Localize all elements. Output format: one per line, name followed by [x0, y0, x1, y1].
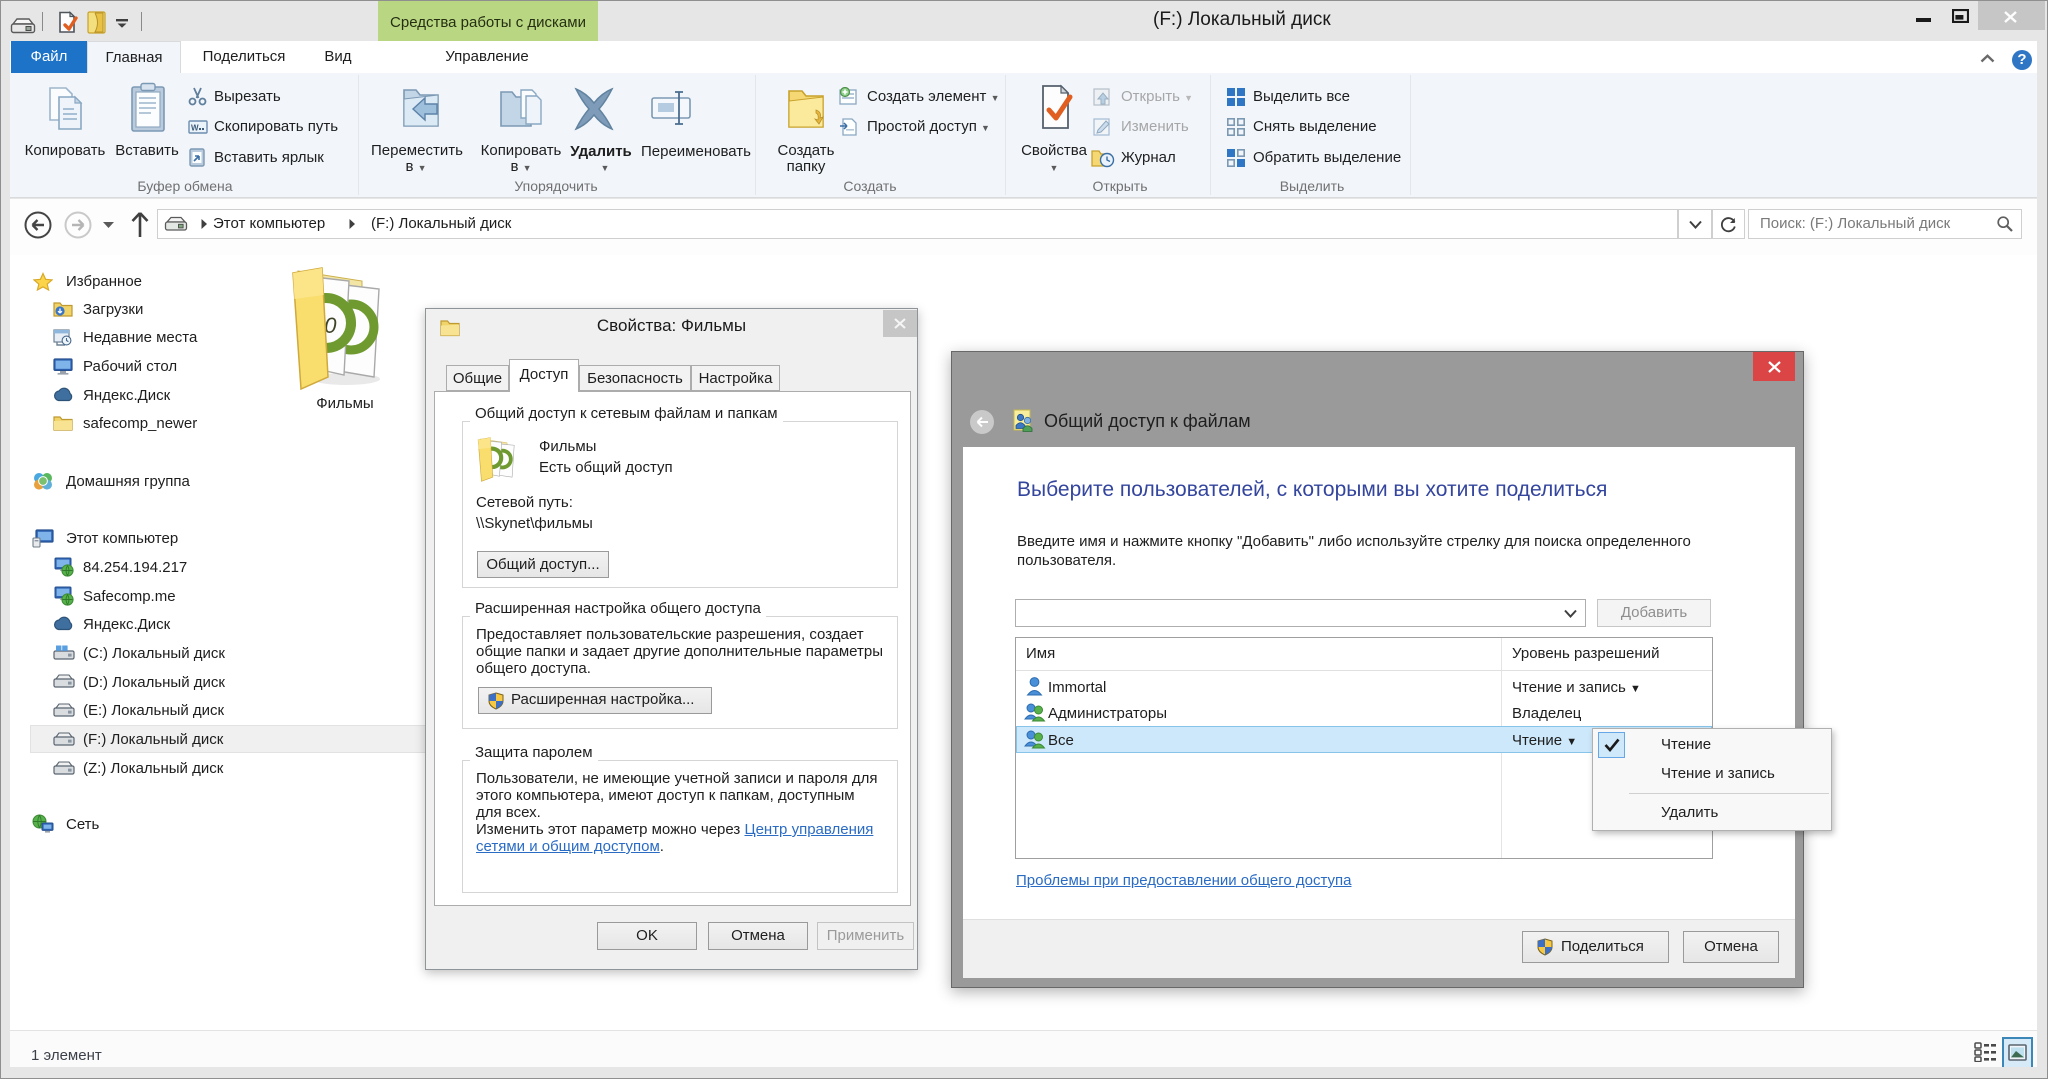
- svg-text:W: W: [191, 124, 199, 133]
